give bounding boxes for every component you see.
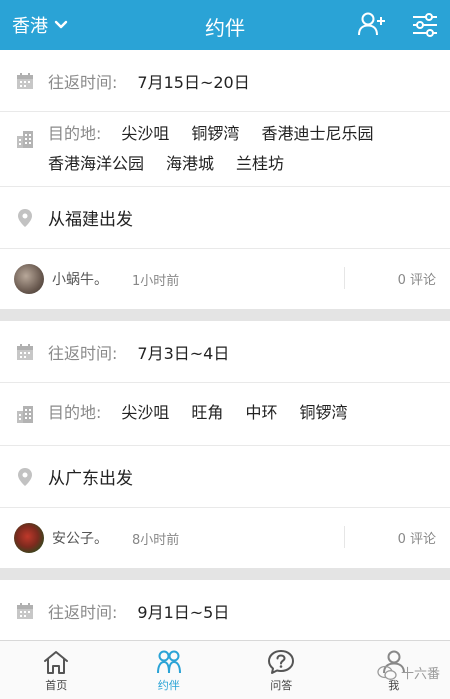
calendar-icon xyxy=(14,600,36,622)
departure-row: 从福建出发 xyxy=(0,187,450,249)
building-icon xyxy=(14,128,36,150)
destination-item: 铜锣湾 xyxy=(191,124,240,143)
card-separator xyxy=(0,568,450,580)
add-user-icon[interactable] xyxy=(356,10,386,40)
tab-home[interactable]: 首页 xyxy=(0,641,113,699)
post-time: 8小时前 xyxy=(132,532,180,548)
date-value: 7月3日~4日 xyxy=(137,343,230,363)
tab-label: 首页 xyxy=(45,679,68,692)
destination-label: 目的地: xyxy=(48,124,102,143)
card-separator xyxy=(0,309,450,321)
top-bar: 香港 约伴 xyxy=(0,0,450,50)
date-value: 9月1日~5日 xyxy=(137,602,230,622)
date-row: 往返时间: 7月3日~4日 xyxy=(0,321,450,383)
post-card[interactable]: 往返时间: 7月15日~20日 目的地: 尖沙咀 铜锣湾 香港迪士尼乐园 香港海… xyxy=(0,50,450,309)
destination-list: 目的地: 尖沙咀 铜锣湾 香港迪士尼乐园 香港海洋公园 海港城 兰桂坊 xyxy=(48,124,436,174)
tab-companions[interactable]: 约伴 xyxy=(113,641,226,699)
destination-item: 旺角 xyxy=(191,403,224,422)
bottom-tab-bar: 首页 约伴 问答 我 十六番 xyxy=(0,640,450,699)
location-pin-icon xyxy=(14,466,36,488)
destination-item: 兰桂坊 xyxy=(236,154,285,173)
divider xyxy=(344,526,345,548)
date-label: 往返时间: xyxy=(48,72,118,92)
home-icon xyxy=(44,651,69,674)
destination-item: 中环 xyxy=(245,403,278,422)
chat-bubble-icon xyxy=(377,665,397,680)
date-row: 往返时间: 7月15日~20日 xyxy=(0,50,450,112)
destination-item: 铜锣湾 xyxy=(299,403,348,422)
divider xyxy=(344,267,345,289)
post-list[interactable]: 往返时间: 7月15日~20日 目的地: 尖沙咀 铜锣湾 香港迪士尼乐园 香港海… xyxy=(0,50,450,640)
post-card[interactable]: 往返时间: 7月3日~4日 目的地: 尖沙咀 旺角 中环 铜锣湾 从广东出发 安… xyxy=(0,321,450,568)
watermark: 十六番 xyxy=(377,663,440,682)
post-footer: 小蜗牛。 1小时前 0 评论 xyxy=(0,249,450,309)
companions-icon xyxy=(156,650,181,674)
location-pin-icon xyxy=(14,207,36,229)
tab-qa[interactable]: 问答 xyxy=(225,641,338,699)
departure-text: 从广东出发 xyxy=(48,469,133,489)
date-value: 7月15日~20日 xyxy=(137,72,250,92)
filter-settings-icon[interactable] xyxy=(410,10,440,40)
post-card[interactable]: 往返时间: 9月1日~5日 xyxy=(0,580,450,640)
destination-label: 目的地: xyxy=(48,403,102,422)
destination-row: 目的地: 尖沙咀 铜锣湾 香港迪士尼乐园 香港海洋公园 海港城 兰桂坊 xyxy=(0,112,450,187)
post-footer: 安公子。 8小时前 0 评论 xyxy=(0,508,450,568)
user-name[interactable]: 小蜗牛。 xyxy=(52,269,108,289)
destination-item: 海港城 xyxy=(166,154,215,173)
destination-list: 目的地: 尖沙咀 旺角 中环 铜锣湾 xyxy=(48,403,347,423)
date-row: 往返时间: 9月1日~5日 xyxy=(0,580,450,640)
destination-row: 目的地: 尖沙咀 旺角 中环 铜锣湾 xyxy=(0,383,450,446)
post-time: 1小时前 xyxy=(132,273,180,289)
calendar-icon xyxy=(14,341,36,363)
avatar[interactable] xyxy=(14,264,44,294)
user-name[interactable]: 安公子。 xyxy=(52,528,108,548)
comment-count[interactable]: 0 评论 xyxy=(398,528,436,547)
question-icon xyxy=(268,650,295,674)
destination-item: 尖沙咀 xyxy=(121,403,170,422)
date-label: 往返时间: xyxy=(48,343,118,363)
building-icon xyxy=(14,403,36,425)
watermark-text: 十六番 xyxy=(400,667,440,682)
avatar[interactable] xyxy=(14,523,44,553)
calendar-icon xyxy=(14,70,36,92)
date-label: 往返时间: xyxy=(48,602,118,622)
tab-label: 问答 xyxy=(270,679,293,692)
departure-row: 从广东出发 xyxy=(0,446,450,508)
departure-text: 从福建出发 xyxy=(48,210,133,230)
tab-label: 约伴 xyxy=(157,679,180,692)
destination-item: 香港海洋公园 xyxy=(48,154,145,173)
destination-item: 香港迪士尼乐园 xyxy=(261,124,374,143)
comment-count[interactable]: 0 评论 xyxy=(398,269,436,288)
destination-item: 尖沙咀 xyxy=(121,124,170,143)
